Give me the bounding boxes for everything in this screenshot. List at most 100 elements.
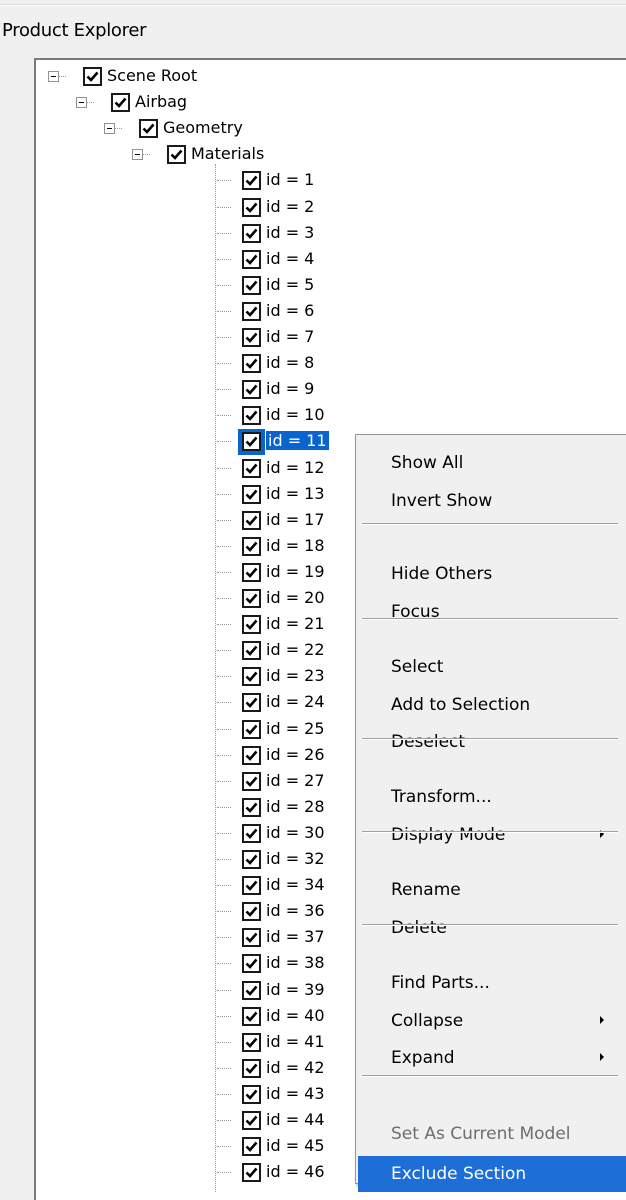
tree-checkbox[interactable] — [242, 980, 261, 1000]
tree-connector — [217, 1015, 231, 1017]
tree-checkbox[interactable] — [242, 1032, 261, 1052]
checkmark-icon — [245, 724, 258, 735]
tree-item[interactable]: id = 3 — [0, 221, 600, 247]
tree-checkbox[interactable] — [167, 145, 186, 165]
menu-item-invert-show[interactable]: Invert Show — [358, 483, 626, 519]
menu-item-select[interactable]: Select — [358, 649, 626, 685]
checkmark-icon — [245, 384, 258, 396]
tree-checkbox[interactable] — [242, 1006, 261, 1026]
tree-checkbox[interactable] — [242, 484, 261, 504]
collapse-minus-icon[interactable] — [48, 71, 59, 82]
collapse-minus-icon[interactable] — [132, 149, 143, 161]
tree-item-label: id = 18 — [266, 535, 325, 555]
tree-checkbox[interactable] — [242, 954, 261, 974]
tree-checkbox[interactable] — [242, 1163, 261, 1183]
tree-checkbox[interactable] — [242, 536, 261, 556]
tree-connector — [217, 963, 231, 965]
menu-item-expand[interactable]: Expand — [358, 1040, 626, 1076]
tree-connector — [217, 258, 231, 260]
menu-item-exclude-section[interactable]: Exclude Section — [358, 1155, 626, 1192]
tree-checkbox[interactable] — [139, 119, 158, 139]
tree-checkbox[interactable] — [242, 171, 261, 191]
tree-item[interactable]: id = 10 — [0, 403, 600, 429]
collapse-minus-icon[interactable] — [104, 123, 115, 135]
tree-item-label: id = 21 — [266, 614, 325, 634]
tree-item[interactable]: id = 8 — [0, 351, 600, 377]
tree-checkbox[interactable] — [242, 380, 261, 400]
tree-checkbox[interactable] — [242, 589, 261, 608]
menu-item-show-all[interactable]: Show All — [358, 445, 626, 481]
tree-checkbox[interactable] — [242, 745, 261, 765]
tree-item[interactable]: id = 2 — [0, 195, 600, 221]
tree-connector — [143, 154, 150, 156]
menu-item-add-to-selection[interactable]: Add to Selection — [358, 687, 626, 723]
tree-checkbox[interactable] — [242, 406, 261, 426]
tree-item[interactable]: id = 7 — [0, 325, 600, 351]
tree-checkbox[interactable] — [242, 510, 261, 530]
menu-item-find-parts[interactable]: Find Parts... — [358, 965, 626, 1001]
tree-checkbox[interactable] — [242, 432, 261, 452]
tree-item-label: id = 5 — [266, 274, 315, 294]
checkmark-icon — [245, 515, 258, 526]
tree-checkbox[interactable] — [111, 93, 130, 113]
tree-checkbox[interactable] — [242, 562, 261, 582]
menu-item-set-as-current-model: Set As Current Model — [358, 1116, 626, 1152]
checkmark-icon — [245, 593, 258, 604]
tree-checkbox[interactable] — [242, 1084, 261, 1104]
tree-checkbox[interactable] — [242, 667, 261, 687]
tree-checkbox[interactable] — [242, 458, 261, 478]
menu-separator — [362, 924, 618, 926]
menu-item-delete[interactable]: Delete — [358, 910, 626, 946]
menu-item-collapse[interactable]: Collapse — [358, 1003, 626, 1039]
tree-node[interactable]: Materials — [0, 142, 600, 168]
tree-checkbox[interactable] — [242, 1111, 261, 1130]
menu-item-display-mode[interactable]: Display Mode — [358, 817, 626, 853]
tree-item-label: id = 3 — [266, 222, 315, 242]
tree-item-label: id = 42 — [266, 1057, 325, 1077]
tree-item[interactable]: id = 4 — [0, 247, 600, 273]
tree-checkbox[interactable] — [242, 249, 261, 269]
menu-item-label: Exclude Section — [391, 1163, 527, 1184]
tree-node[interactable]: Scene Root — [0, 64, 600, 90]
menu-item-transform[interactable]: Transform... — [358, 779, 626, 815]
tree-checkbox[interactable] — [242, 823, 261, 843]
tree-checkbox[interactable] — [242, 328, 261, 347]
tree-checkbox[interactable] — [242, 197, 261, 217]
collapse-minus-icon[interactable] — [76, 97, 87, 109]
tree-node[interactable]: Geometry — [0, 116, 600, 142]
tree-connector — [217, 885, 231, 887]
menu-item-deselect[interactable]: Deselect — [358, 724, 626, 760]
menu-item-label: Add to Selection — [391, 694, 531, 715]
checkmark-icon — [245, 280, 258, 291]
tree-node[interactable]: Airbag — [0, 90, 600, 116]
tree-item[interactable]: id = 6 — [0, 299, 600, 325]
tree-checkbox[interactable] — [242, 354, 261, 374]
tree-checkbox[interactable] — [242, 850, 261, 869]
tree-checkbox[interactable] — [83, 67, 102, 86]
checkmark-icon — [245, 645, 258, 657]
tree-checkbox[interactable] — [242, 275, 261, 295]
tree-checkbox[interactable] — [242, 641, 261, 661]
tree-connector — [217, 310, 231, 312]
tree-checkbox[interactable] — [242, 719, 261, 739]
tree-checkbox[interactable] — [242, 797, 261, 817]
tree-item[interactable]: id = 1 — [0, 168, 600, 194]
tree-checkbox[interactable] — [242, 693, 261, 713]
tree-checkbox[interactable] — [242, 771, 261, 791]
tree-item[interactable]: id = 5 — [0, 273, 600, 299]
tree-checkbox[interactable] — [242, 902, 261, 922]
tree-item-label: id = 38 — [266, 953, 325, 973]
menu-item-hide-others[interactable]: Hide Others — [358, 556, 626, 592]
tree-checkbox[interactable] — [242, 876, 261, 896]
tree-checkbox[interactable] — [242, 301, 261, 321]
menu-item-rename[interactable]: Rename — [358, 872, 626, 908]
tree-item[interactable]: id = 9 — [0, 377, 600, 403]
tree-item-label: id = 2 — [266, 196, 315, 216]
menu-item-focus[interactable]: Focus — [358, 594, 626, 630]
tree-checkbox[interactable] — [242, 928, 261, 948]
tree-checkbox[interactable] — [242, 1137, 261, 1157]
tree-checkbox[interactable] — [242, 615, 261, 635]
checkmark-icon — [245, 1089, 258, 1100]
tree-checkbox[interactable] — [242, 223, 261, 243]
tree-checkbox[interactable] — [242, 1058, 261, 1078]
